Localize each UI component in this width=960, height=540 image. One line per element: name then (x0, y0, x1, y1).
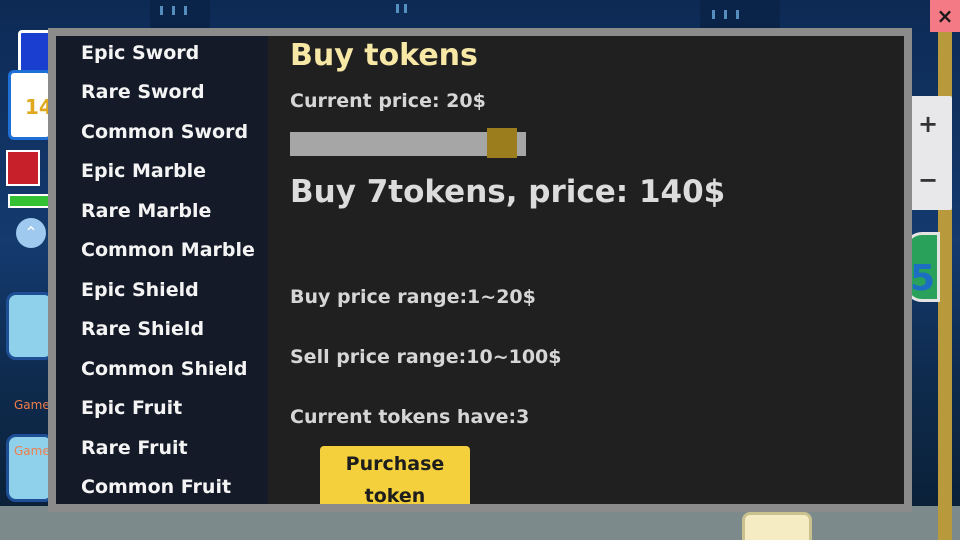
sidebar-item-common-shield[interactable]: Common Shield (81, 358, 248, 388)
sidebar-item-rare-sword[interactable]: Rare Sword (81, 81, 205, 111)
sidebar-item-common-fruit[interactable]: Common Fruit (81, 476, 231, 504)
background-building (150, 0, 210, 30)
tile-label: Game (14, 444, 50, 458)
building-window (736, 10, 739, 19)
buy-price-range-text: Buy price range:1~20$ (290, 286, 536, 308)
sidebar-item-epic-shield[interactable]: Epic Shield (81, 279, 199, 309)
sidebar-item-common-sword[interactable]: Common Sword (81, 121, 248, 151)
sell-price-range-text: Sell price range:10~100$ (290, 346, 562, 368)
sidebar-item-epic-sword[interactable]: Epic Sword (81, 42, 199, 72)
sidebar-item-rare-fruit[interactable]: Rare Fruit (81, 437, 188, 467)
sidebar-item-epic-marble[interactable]: Epic Marble (81, 160, 206, 190)
menu-tile[interactable] (6, 292, 54, 360)
sidebar-item-common-marble[interactable]: Common Marble (81, 239, 255, 269)
chevron-up-icon[interactable]: ⌃ (16, 218, 46, 248)
settings-tile[interactable] (742, 512, 812, 540)
building-window (404, 4, 407, 13)
buy-tokens-modal: Epic Sword Rare Sword Common Sword Epic … (48, 28, 912, 512)
modal-panel: Epic Sword Rare Sword Common Sword Epic … (56, 36, 904, 504)
buy-tokens-content: Buy tokens Current price: 20$ Buy 7token… (268, 36, 904, 504)
item-category-sidebar: Epic Sword Rare Sword Common Sword Epic … (56, 36, 268, 504)
current-price-text: Current price: 20$ (290, 90, 486, 112)
purchase-token-button[interactable]: Purchase token (320, 446, 470, 504)
health-bar (8, 194, 52, 208)
building-window (724, 10, 727, 19)
sidebar-item-rare-marble[interactable]: Rare Marble (81, 200, 211, 230)
current-tokens-text: Current tokens have:3 (290, 406, 530, 428)
coin-counter: 14 (8, 70, 53, 140)
tile-label: Game (14, 398, 50, 412)
page-title: Buy tokens (290, 38, 478, 73)
close-button[interactable]: × (930, 0, 960, 32)
level-badge-value: 5 (910, 258, 936, 299)
player-mini-icon (6, 150, 40, 186)
sidebar-item-rare-shield[interactable]: Rare Shield (81, 318, 204, 348)
buy-summary-text: Buy 7tokens, price: 140$ (290, 174, 726, 210)
building-window (712, 10, 715, 19)
building-window (160, 6, 163, 15)
quantity-slider-handle[interactable] (487, 128, 518, 158)
building-window (396, 4, 399, 13)
sidebar-item-epic-fruit[interactable]: Epic Fruit (81, 397, 182, 427)
building-window (172, 6, 175, 15)
building-window (184, 6, 187, 15)
